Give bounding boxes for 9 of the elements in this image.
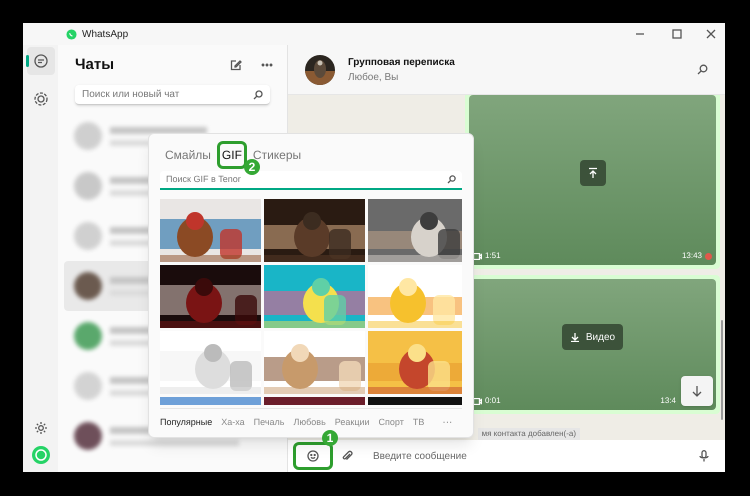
chat-title: Групповая переписка bbox=[348, 56, 455, 70]
video-duration: 1:51 bbox=[485, 250, 501, 262]
window-title: WhatsApp bbox=[82, 28, 128, 42]
message-time: 13:43 bbox=[682, 250, 702, 262]
chat-members: Любое, Вы bbox=[348, 70, 400, 84]
video-duration: 0:01 bbox=[485, 395, 501, 407]
system-message: мя контакта добавлен(-а) bbox=[478, 428, 580, 440]
chats-title: Чаты bbox=[75, 54, 114, 75]
message-time: 13:4 bbox=[660, 395, 676, 407]
